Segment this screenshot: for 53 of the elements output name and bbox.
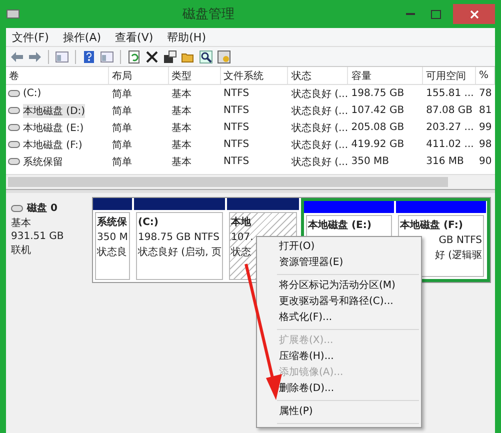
table-cell-text: 98 — [478, 139, 493, 150]
table-cell-text: 基本 — [170, 138, 193, 152]
window-title: 磁盘管理 — [182, 6, 236, 23]
table-cell-text: 基本 — [170, 156, 193, 168]
table-cell-text: NTFS — [222, 122, 250, 133]
table-cell-text: 87.08 GB — [425, 105, 474, 116]
table-cell-text: 简单 — [110, 88, 133, 100]
table-cell-text: 155.81 ... — [425, 88, 475, 99]
table-cell-text: 状态良好 (... — [290, 104, 348, 118]
table-cell-text: 基本 — [170, 104, 193, 118]
table-cell-text: 81 — [478, 105, 493, 116]
partition-text: 350 M — [97, 231, 128, 244]
table-cell-text: 203.27 ... — [425, 122, 475, 133]
table-cell-text: 简单 — [110, 122, 133, 134]
table-cell-text: 107.42 GB — [350, 105, 406, 116]
table-cell-text: 简单 — [110, 156, 133, 168]
table-cell-text: 基本 — [170, 88, 193, 100]
table-cell-text: 简单 — [110, 138, 133, 152]
table-cell-text: 205.08 GB — [350, 122, 406, 133]
disk-type: 基本 — [11, 216, 32, 230]
disk-name: 磁盘 0 — [27, 202, 58, 215]
table-cell-text: NTFS — [222, 139, 250, 150]
disk-size: 931.51 GB — [11, 231, 65, 242]
table-cell-text: 99 — [478, 122, 493, 133]
table-cell-text: 状态良好 (... — [290, 88, 348, 100]
table-cell-text: 基本 — [170, 122, 193, 134]
table-cell-text: 状态良好 (... — [290, 156, 348, 168]
disk-status: 联机 — [11, 244, 32, 257]
partition-text: GB NTFS — [438, 234, 482, 247]
partition-text: 本地磁盘 (F:) — [400, 219, 464, 232]
table-cell-text: 419.92 GB — [350, 139, 406, 150]
partition-text: 状态 — [231, 246, 252, 259]
partition-text: 状态良好 (启动, 页 — [138, 246, 221, 259]
partition-text: 198.75 GB NTFS — [138, 231, 220, 244]
table-cell-text: NTFS — [222, 105, 250, 116]
partition-text: 好 (逻辑驱 — [434, 249, 482, 262]
table-cell-text: 198.75 GB — [350, 88, 406, 99]
partition-text: (C:) — [138, 216, 160, 229]
table-cell-text: NTFS — [222, 88, 250, 99]
table-cell-text: 简单 — [110, 104, 133, 118]
partition-text: 状态良 — [97, 246, 128, 259]
table-cell-text: 316 MB — [425, 156, 465, 167]
table-cell-text: 90 — [478, 156, 493, 167]
partition-text: 系统保 — [97, 216, 128, 229]
table-cell-text: 状态良好 (... — [290, 122, 348, 134]
table-cell-text: 411.02 ... — [425, 139, 475, 150]
table-cell-text: 状态良好 (... — [290, 138, 348, 152]
partition-text: 本地 — [231, 216, 252, 229]
table-cell-text: 350 MB — [350, 156, 390, 167]
table-cell-text: 78 — [478, 88, 493, 99]
partition-text: 107. — [231, 231, 254, 244]
table-cell-text: NTFS — [222, 156, 250, 167]
partition-text: 本地磁盘 (E:) — [308, 219, 372, 232]
